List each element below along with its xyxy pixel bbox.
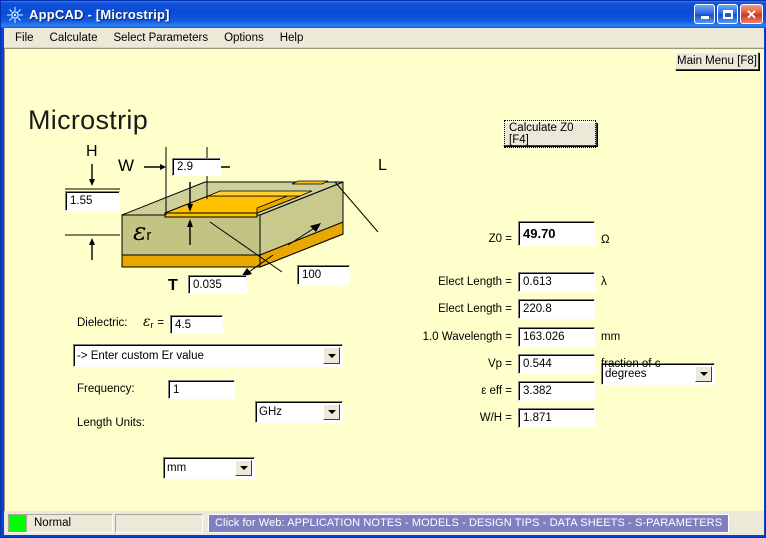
menu-item-calculate[interactable]: Calculate: [43, 30, 105, 46]
l-value-field[interactable]: 100: [297, 265, 350, 285]
elect-length-deg-value: 220.8: [523, 303, 552, 315]
elect-length-lambda-unit: λ: [601, 276, 607, 288]
wavelength-unit: mm: [601, 331, 621, 343]
dielectric-epsilon-symbol: ε: [143, 314, 151, 330]
vp-field[interactable]: 0.544: [518, 354, 595, 374]
window-title: AppCAD - [Microstrip]: [29, 7, 170, 22]
w-over-h-value: 1.871: [523, 412, 552, 424]
elect-length-lambda-field[interactable]: 0.613: [518, 272, 595, 292]
arrow-down-glyph: [239, 466, 248, 470]
diagram-label-h: H: [86, 143, 98, 160]
eps-eff-label: ε eff =: [481, 385, 512, 397]
vp-value: 0.544: [523, 358, 552, 370]
z0-value: 49.70: [523, 226, 556, 241]
dielectric-label: Dielectric:: [77, 317, 128, 329]
close-icon: ✕: [746, 6, 757, 22]
elect-length-lambda-value: 0.613: [523, 276, 552, 288]
application-window: AppCAD - [Microstrip] ✕ File Calculate S…: [0, 0, 766, 538]
elect-length-lambda-label: Elect Length =: [438, 276, 512, 288]
epsilon-symbol: ε: [133, 217, 147, 246]
h-value-field[interactable]: 1.55: [65, 191, 120, 211]
close-button[interactable]: ✕: [740, 4, 763, 24]
diagram-label-epsilon-r: εr: [133, 217, 151, 247]
z0-value-field[interactable]: 49.70: [518, 221, 595, 246]
maximize-button[interactable]: [717, 4, 738, 24]
title-separator: -: [83, 7, 96, 22]
main-menu-button[interactable]: Main Menu [F8]: [675, 52, 759, 70]
status-led-icon: [9, 514, 27, 532]
er-value: 4.5: [175, 318, 191, 331]
elect-length-deg-field[interactable]: 220.8: [518, 299, 595, 319]
menu-item-select-parameters[interactable]: Select Parameters: [106, 30, 215, 46]
z0-label: Z0 =: [488, 233, 512, 245]
frequency-unit-value: GHz: [259, 406, 282, 418]
w-value: 2.9: [177, 161, 193, 173]
maximize-icon: [722, 9, 733, 19]
menu-item-help[interactable]: Help: [273, 30, 311, 46]
microstrip-diagram: W H T L εr 2.9 1.55 0.035 100: [60, 127, 410, 294]
menu-bar: File Calculate Select Parameters Options…: [4, 28, 764, 48]
w-over-h-label: W/H =: [479, 412, 512, 424]
wavelength-value: 163.026: [523, 331, 565, 343]
length-units-label: Length Units:: [77, 417, 145, 429]
vp-label: Vp =: [488, 358, 512, 370]
w-value-field[interactable]: 2.9: [172, 158, 221, 176]
dielectric-epsilon-subscript: r: [150, 320, 154, 330]
frequency-unit-select[interactable]: GHz: [255, 401, 343, 423]
minimize-button[interactable]: [694, 4, 715, 24]
vp-unit: fraction of c: [601, 358, 661, 370]
document-name: [Microstrip]: [95, 7, 170, 22]
wavelength-label: 1.0 Wavelength =: [422, 331, 512, 343]
menu-item-file[interactable]: File: [8, 30, 41, 46]
w-over-h-field[interactable]: 1.871: [518, 408, 595, 428]
er-input[interactable]: 4.5: [170, 315, 223, 334]
sun-burst-icon: [6, 6, 24, 24]
title-bar: AppCAD - [Microstrip] ✕: [1, 1, 766, 28]
chevron-down-icon[interactable]: [323, 347, 340, 364]
chevron-down-icon[interactable]: [695, 366, 712, 382]
diagram-label-l: L: [378, 157, 387, 174]
length-units-value: mm: [167, 462, 187, 474]
calculate-z0-button-label: Calculate Z0 [F4]: [504, 120, 596, 148]
eps-eff-value: 3.382: [523, 385, 552, 397]
minimize-icon: [700, 16, 709, 19]
diagram-label-w: W: [118, 156, 135, 175]
dielectric-equals: =: [157, 317, 165, 329]
arrow-down-glyph: [699, 372, 708, 376]
material-select-value: -> Enter custom Er value: [77, 349, 204, 362]
epsilon-subscript: r: [146, 227, 152, 244]
frequency-label: Frequency:: [77, 383, 135, 395]
status-mode-label: Normal: [34, 517, 72, 529]
status-empty-pane: [115, 513, 203, 533]
arrow-down-glyph: [327, 410, 336, 414]
z0-unit: Ω: [601, 234, 610, 246]
main-menu-button-label: Main Menu [F8]: [677, 55, 757, 67]
eps-eff-field[interactable]: 3.382: [518, 381, 595, 401]
chevron-down-icon[interactable]: [235, 460, 252, 476]
menu-item-options[interactable]: Options: [217, 30, 271, 46]
length-units-select[interactable]: mm: [163, 457, 255, 479]
client-area: Main Menu [F8] Microstrip W H T L εr 2.9…: [4, 48, 764, 511]
elect-length-deg-label: Elect Length =: [438, 303, 512, 315]
arrow-down-glyph: [327, 353, 336, 358]
t-value: 0.035: [193, 278, 222, 291]
status-mode-pane: Normal: [8, 513, 113, 533]
web-link-banner[interactable]: Click for Web: APPLICATION NOTES - MODEL…: [208, 513, 730, 533]
calculate-z0-button[interactable]: Calculate Z0 [F4]: [503, 120, 597, 148]
status-bar: Normal Click for Web: APPLICATION NOTES …: [4, 511, 764, 535]
frequency-input[interactable]: 1: [168, 380, 235, 399]
l-value: 100: [302, 269, 322, 281]
wavelength-field[interactable]: 163.026: [518, 327, 595, 347]
web-link-text: Click for Web: APPLICATION NOTES - MODEL…: [215, 517, 723, 529]
t-value-field[interactable]: 0.035: [188, 275, 247, 294]
diagram-label-t: T: [168, 277, 178, 294]
material-select[interactable]: -> Enter custom Er value: [73, 344, 343, 367]
chevron-down-icon[interactable]: [323, 404, 340, 420]
app-name: AppCAD: [29, 7, 84, 22]
h-value: 1.55: [70, 195, 93, 207]
dielectric-er-label: εr =: [143, 313, 164, 330]
frequency-value: 1: [173, 383, 180, 396]
window-controls: ✕: [694, 4, 763, 24]
